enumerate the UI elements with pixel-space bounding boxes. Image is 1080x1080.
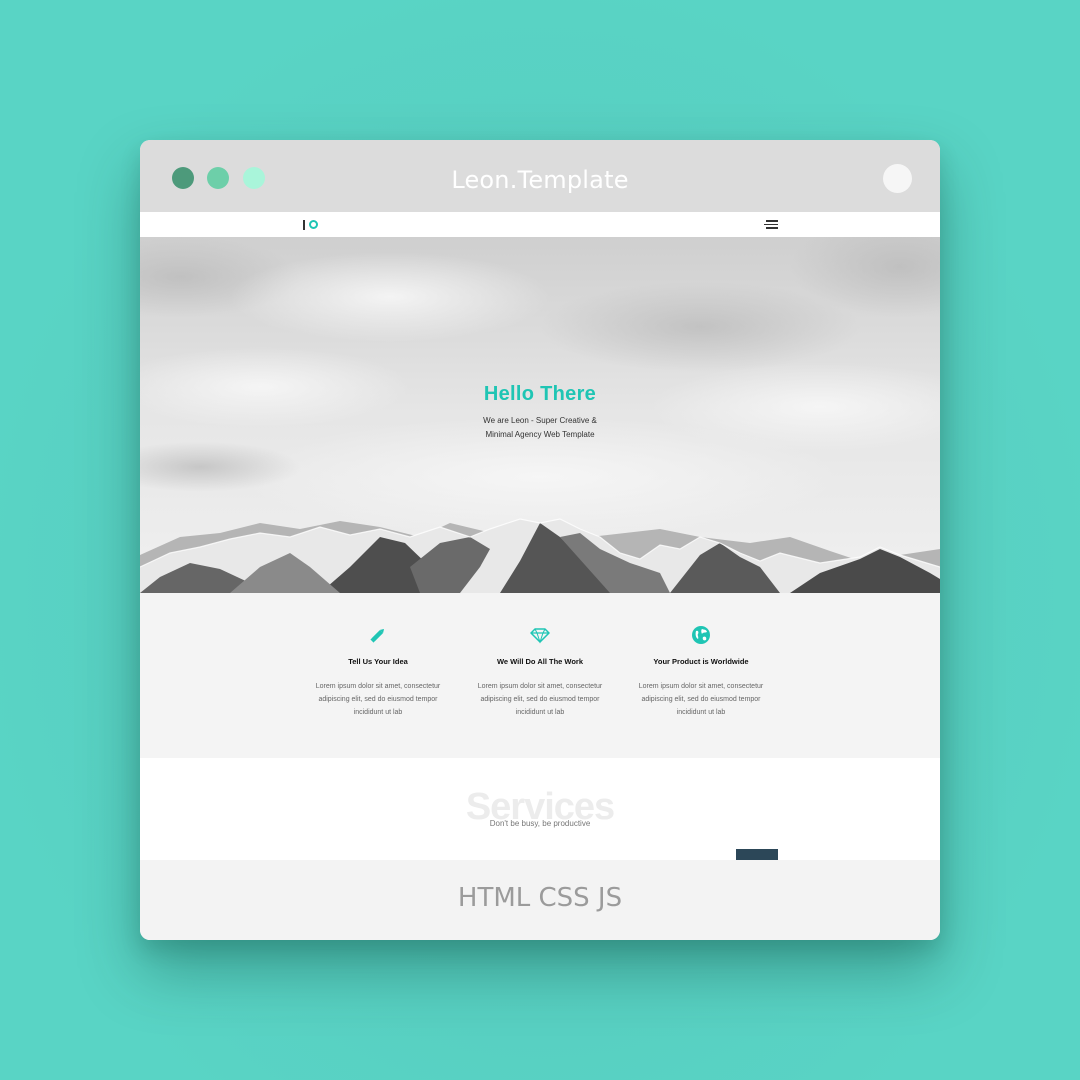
feature-text: Lorem ipsum dolor sit amet, consectetur … (638, 683, 764, 716)
services-subheading: Don't be busy, be productive (489, 819, 591, 828)
feature-title: We Will Do All The Work (496, 657, 584, 666)
site-navbar (140, 212, 940, 237)
diamond-icon (530, 628, 550, 644)
feature-title: Your Product is Worldwide (653, 657, 749, 666)
footer-tech-label: HTML CSS JS (457, 883, 623, 913)
window-circle-button[interactable] (883, 164, 912, 193)
pencil-icon (370, 628, 385, 643)
services-section: Services Don't be busy, be productive (140, 758, 940, 860)
services-tab-block[interactable] (736, 849, 778, 860)
hamburger-menu-icon[interactable] (764, 220, 778, 229)
hero-subtitle: We are Leon - Super Creative & Minimal A… (483, 416, 597, 439)
hero-title: Hello There (483, 383, 597, 405)
window-title: Leon.Template (451, 166, 629, 194)
globe-icon (692, 626, 710, 644)
feature-title: Tell Us Your Idea (348, 657, 408, 666)
logo-io-icon[interactable] (303, 217, 318, 231)
hero-section: Hello There We are Leon - Super Creative… (140, 237, 940, 593)
feature-text: Lorem ipsum dolor sit amet, consectetur … (477, 683, 603, 716)
browser-window: Leon.Template Hello There We are Leon - … (140, 140, 940, 940)
window-footer: HTML CSS JS (140, 860, 940, 940)
feature-text: Lorem ipsum dolor sit amet, consectetur … (315, 683, 441, 716)
window-titlebar: Leon.Template (140, 140, 940, 212)
features-section: Tell Us Your Idea Lorem ipsum dolor sit … (140, 593, 940, 758)
